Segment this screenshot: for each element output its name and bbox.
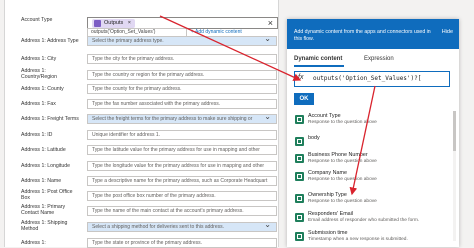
field-label: Address 1: Freight Terms	[21, 116, 79, 122]
forms-icon	[295, 194, 304, 203]
field-label: Address 1:	[21, 240, 46, 246]
field-label: Address 1: Post Office Box	[21, 189, 73, 201]
field-label: Address 1: Latitude	[21, 147, 66, 153]
tab-dynamic-content[interactable]: Dynamic content	[294, 56, 342, 62]
expression-text: outputs('Option_Set_Values')?[	[313, 75, 422, 82]
clear-icon[interactable]: ×	[268, 18, 273, 28]
token-close-icon[interactable]: ×	[128, 20, 131, 26]
field-label: Address 1: Fax	[21, 101, 56, 107]
scrollbar-thumb[interactable]	[453, 111, 456, 151]
forms-icon	[295, 213, 304, 222]
ok-button[interactable]: OK	[294, 93, 314, 105]
account-type-label: Account Type	[21, 17, 53, 23]
field-select[interactable]: Select the primary address type.	[87, 36, 277, 46]
field-label: Address 1: City	[21, 56, 57, 62]
field-label: Address 1: Longitude	[21, 163, 71, 169]
hide-button[interactable]: Hide	[442, 29, 453, 35]
item-description: Response to the question above	[308, 159, 377, 164]
active-tab-indicator	[294, 65, 344, 67]
item-description: Response to the question above	[308, 177, 377, 182]
field-input[interactable]: Unique identifier for address 1.	[87, 130, 277, 140]
outputs-token-chip[interactable]: Outputs ×	[92, 19, 136, 28]
forms-icon	[295, 115, 304, 124]
item-title: Business Phone Number	[308, 152, 368, 158]
variable-icon	[94, 20, 101, 27]
account-form: Account Type Outputs × × outputs('Option…	[4, 0, 279, 248]
field-label: Address 1: ID	[21, 132, 53, 138]
field-label: Address 1: Address Type	[21, 38, 79, 44]
item-title: Ownership Type	[308, 192, 347, 198]
item-description: Timestamp when a new response is submitt…	[308, 237, 408, 242]
panel-header: Add dynamic content from the apps and co…	[287, 19, 459, 49]
item-title: Account Type	[308, 113, 341, 119]
field-select[interactable]: Select a shipping method for deliveries …	[87, 222, 277, 232]
dynamic-content-item[interactable]: Ownership Type Response to the question a…	[293, 192, 443, 210]
field-input[interactable]: Type the city for the primary address.	[87, 54, 277, 64]
field-input[interactable]: Type the country or region for the prima…	[87, 70, 277, 80]
field-label: Address 1: Name	[21, 178, 62, 184]
field-input[interactable]: Type the county for the primary address.	[87, 84, 277, 94]
item-title: Company Name	[308, 170, 347, 176]
item-title: body	[308, 135, 320, 141]
forms-icon	[295, 154, 304, 163]
item-title: Submission time	[308, 230, 348, 236]
dynamic-content-item[interactable]: Responders' Email Email address of respon…	[293, 211, 443, 229]
field-label: Address 1: County	[21, 86, 64, 92]
outputs-token-label: Outputs	[104, 20, 124, 26]
dynamic-content-item[interactable]: Company Name Response to the question abo…	[293, 170, 443, 188]
forms-icon	[295, 232, 304, 241]
add-dynamic-content-link[interactable]: Add dynamic content	[191, 29, 242, 35]
forms-icon	[295, 172, 304, 181]
field-input[interactable]: Type the name of the main contact at the…	[87, 206, 277, 216]
field-label: Address 1: Country/Region	[21, 68, 58, 80]
tab-expression[interactable]: Expression	[364, 56, 394, 62]
expression-input[interactable]: fx outputs('Option_Set_Values')?[	[294, 71, 450, 87]
item-title: Responders' Email	[308, 211, 354, 217]
field-label: Address 1: Shipping Method	[21, 220, 68, 232]
forms-icon	[295, 137, 304, 146]
field-input[interactable]: Type the longitude value for the primary…	[87, 161, 277, 171]
field-input[interactable]: Type the latitude value for the primary …	[87, 145, 277, 155]
dynamic-content-item[interactable]: Business Phone Number Response to the que…	[293, 152, 443, 170]
field-input[interactable]: Type the post office box number of the p…	[87, 191, 277, 201]
dynamic-content-item[interactable]: Account Type Response to the question abo…	[293, 113, 443, 131]
item-description: Response to the question above	[308, 120, 377, 125]
item-description: Response to the question above	[308, 199, 377, 204]
panel-header-text: Add dynamic content from the apps and co…	[294, 29, 431, 42]
dynamic-content-panel: Add dynamic content from the apps and co…	[287, 19, 459, 247]
field-select[interactable]: Select the freight terms for the primary…	[87, 114, 277, 124]
dynamic-content-item[interactable]: body	[293, 135, 443, 153]
item-description: Email address of responder who submitted…	[308, 218, 420, 223]
dynamic-content-item[interactable]: Submission time Timestamp when a new resp…	[293, 230, 443, 248]
fx-icon: fx	[298, 74, 304, 81]
field-label: Address 1: Primary Contact Name	[21, 204, 66, 216]
field-input[interactable]: Type the fax number associated with the …	[87, 99, 277, 109]
field-input[interactable]: Type a descriptive name for the primary …	[87, 176, 277, 186]
